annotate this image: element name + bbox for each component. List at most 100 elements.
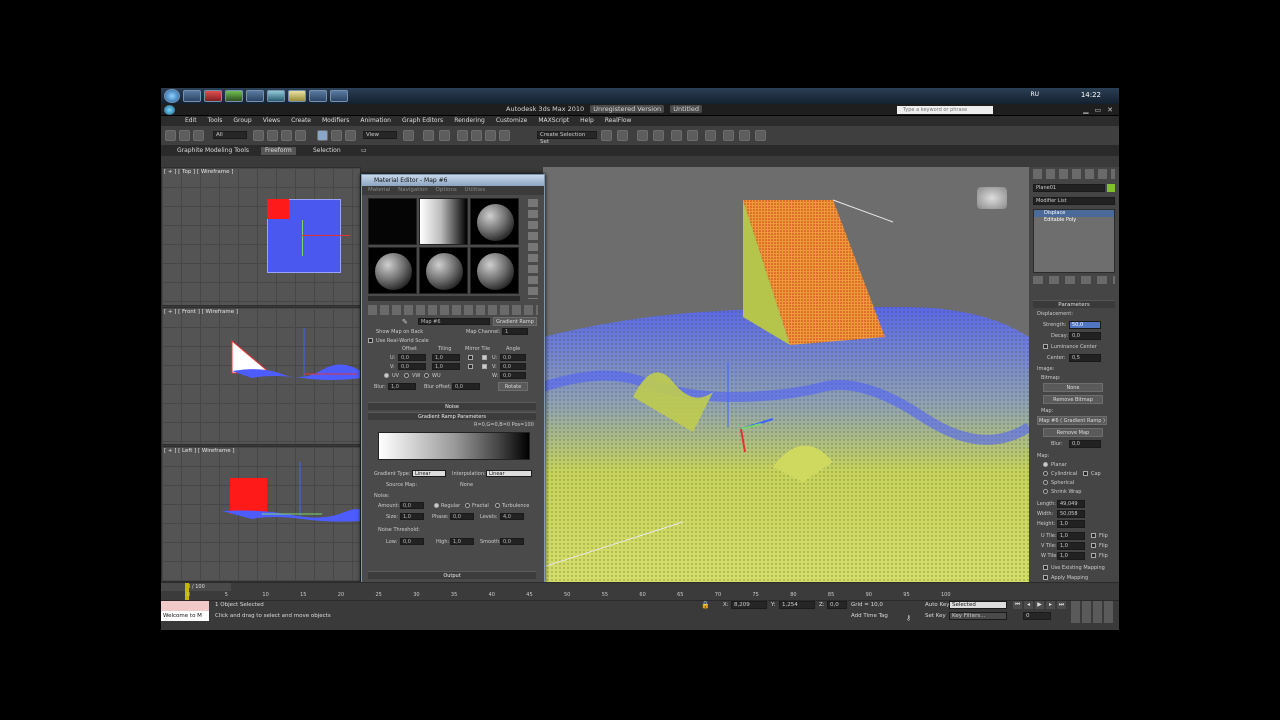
gradient-type-dropdown[interactable]: Linear	[412, 470, 446, 477]
length-field[interactable]: 49,049	[1057, 500, 1085, 508]
named-selection-dropdown[interactable]: Create Selection Set	[537, 131, 597, 145]
gradient-ramp-bar[interactable]	[378, 432, 530, 460]
taskbar-app-ie[interactable]	[183, 90, 201, 102]
blur-offset-field[interactable]: 0,0	[452, 383, 480, 390]
sample-slot-2[interactable]	[419, 198, 468, 245]
help-search-input[interactable]: Type a keyword or phrase	[897, 106, 993, 114]
side-tools-icon[interactable]	[528, 199, 538, 299]
stack-item-displace[interactable]: Displace	[1034, 210, 1114, 217]
snaps-toggle-icon[interactable]	[457, 130, 468, 141]
blur-field[interactable]: 1,0	[388, 383, 416, 390]
layer-manager-icon[interactable]	[637, 130, 648, 141]
mat-menu-material[interactable]: Material	[368, 187, 390, 193]
key-icon[interactable]: ⚷	[906, 614, 911, 622]
u-offset-field[interactable]: 0,0	[398, 354, 426, 361]
rectangular-selection-icon[interactable]	[281, 130, 292, 141]
menu-animation[interactable]: Animation	[360, 116, 391, 126]
sample-slot-6[interactable]	[470, 247, 519, 294]
start-orb-icon[interactable]	[164, 89, 180, 103]
language-indicator[interactable]: RU	[1030, 91, 1039, 98]
current-frame-field[interactable]: 0	[1023, 612, 1051, 620]
auto-key-button[interactable]: Auto Key	[925, 602, 950, 608]
map-channel-field[interactable]: 1	[502, 328, 528, 335]
fractal-radio[interactable]	[465, 503, 470, 508]
width-field[interactable]: 50,058	[1057, 510, 1085, 518]
render-production-icon[interactable]	[755, 130, 766, 141]
command-panel-tabs-icon[interactable]	[1033, 169, 1115, 179]
rendered-frame-window-icon[interactable]	[739, 130, 750, 141]
system-clock[interactable]: 14:22	[1081, 91, 1101, 99]
next-frame-icon[interactable]: ▸	[1046, 601, 1055, 609]
noise-phase-field[interactable]: 0,0	[450, 513, 474, 520]
sample-slot-5[interactable]	[419, 247, 468, 294]
w-tile-field[interactable]: 1,0	[1057, 552, 1085, 560]
select-and-move-icon[interactable]	[317, 130, 328, 141]
viewport-left[interactable]: [ + ] [ Left ] [ Wireframe ]	[161, 446, 361, 582]
pivot-center-icon[interactable]	[403, 130, 414, 141]
set-key-button[interactable]: Set Key	[925, 613, 946, 619]
gradient-ramp-rollout[interactable]: Gradient Ramp Parameters	[368, 412, 536, 420]
select-manipulate-icon[interactable]	[423, 130, 434, 141]
lock-selection-icon[interactable]: 🔒	[701, 601, 710, 609]
center-field[interactable]: 0,5	[1069, 354, 1101, 362]
spinner-snap-icon[interactable]	[499, 130, 510, 141]
viewport-front[interactable]: [ + ] [ Front ] [ Wireframe ]	[161, 307, 361, 445]
auto-key-selection-dropdown[interactable]: Selected	[949, 601, 1007, 609]
menu-modifiers[interactable]: Modifiers	[322, 116, 349, 126]
displace-map-button[interactable]: Map #6 ( Gradient Ramp )	[1037, 416, 1107, 425]
use-real-world-checkbox[interactable]	[368, 338, 373, 343]
taskbar-app-3dsmax[interactable]	[267, 90, 285, 102]
go-to-end-icon[interactable]: ⏭	[1057, 601, 1066, 609]
curve-editor-icon[interactable]	[671, 130, 682, 141]
viewport-top[interactable]: [ + ] [ Top ] [ Wireframe ]	[161, 167, 361, 306]
eyedropper-icon[interactable]: ✎	[402, 318, 414, 326]
ribbon-tab-freeform[interactable]: Freeform	[261, 147, 296, 155]
time-slider[interactable]: 0 / 100	[161, 583, 231, 591]
parameters-rollout[interactable]: Parameters	[1033, 300, 1115, 308]
render-setup-icon[interactable]	[723, 130, 734, 141]
viewcube-icon[interactable]	[977, 187, 1007, 209]
strength-field[interactable]: 50,0	[1069, 321, 1101, 329]
noise-size-field[interactable]: 1,0	[400, 513, 424, 520]
bind-space-warp-icon[interactable]	[193, 130, 204, 141]
angle-snap-icon[interactable]	[471, 130, 482, 141]
minimize-icon[interactable]: ▁	[1083, 106, 1088, 114]
u-tile-checkbox[interactable]	[482, 355, 487, 360]
taskbar-app-other[interactable]	[330, 90, 348, 102]
maxscript-mini-listener-pink[interactable]	[161, 601, 209, 611]
threshold-high-field[interactable]: 1,0	[450, 538, 474, 545]
rotate-button[interactable]: Rotate	[498, 382, 528, 391]
application-button-icon[interactable]	[164, 105, 175, 115]
x-coordinate-field[interactable]: 8,209	[731, 601, 767, 609]
slots-scrollbar[interactable]	[368, 296, 520, 301]
interpolation-dropdown[interactable]: Linear	[486, 470, 532, 477]
timeline[interactable]: 0 / 100 0 5 10 15 20 25 30 35 40 45 50 55 60 65 70 75 80…	[161, 582, 1119, 601]
keyboard-shortcut-icon[interactable]	[439, 130, 450, 141]
add-time-tag[interactable]: Add Time Tag	[851, 613, 888, 619]
material-editor-window[interactable]: Material Editor - Map #6 Material Naviga…	[361, 174, 545, 584]
stack-tools-icon[interactable]	[1033, 276, 1115, 284]
y-coordinate-field[interactable]: 1,254	[779, 601, 815, 609]
u-angle-field[interactable]: 0,0	[500, 354, 526, 361]
displace-blur-field[interactable]: 0,0	[1069, 440, 1101, 448]
object-name-field[interactable]: Plane01	[1033, 184, 1105, 192]
menu-maxscript[interactable]: MAXScript	[538, 116, 569, 126]
cap-checkbox[interactable]	[1083, 471, 1088, 476]
sample-slot-1[interactable]	[368, 198, 417, 245]
menu-views[interactable]: Views	[263, 116, 280, 126]
select-and-rotate-icon[interactable]	[331, 130, 342, 141]
ribbon-graphite-modeling-tools[interactable]: Graphite Modeling Tools	[173, 147, 253, 155]
wu-radio[interactable]	[424, 373, 429, 378]
noise-amount-field[interactable]: 0,0	[400, 502, 424, 509]
menu-group[interactable]: Group	[233, 116, 251, 126]
ribbon-tab-selection[interactable]: Selection	[309, 147, 345, 155]
mat-menu-options[interactable]: Options	[436, 187, 457, 193]
v-angle-field[interactable]: 0,0	[500, 363, 526, 370]
u-mirror-checkbox[interactable]	[468, 355, 473, 360]
select-by-name-icon[interactable]	[267, 130, 278, 141]
key-filters-button[interactable]: Key Filters...	[949, 612, 1007, 620]
map-name-field[interactable]: Map #6	[418, 318, 490, 325]
noise-levels-field[interactable]: 4,0	[500, 513, 524, 520]
go-to-start-icon[interactable]: ⏮	[1013, 601, 1022, 609]
graphite-toggle-icon[interactable]	[653, 130, 664, 141]
